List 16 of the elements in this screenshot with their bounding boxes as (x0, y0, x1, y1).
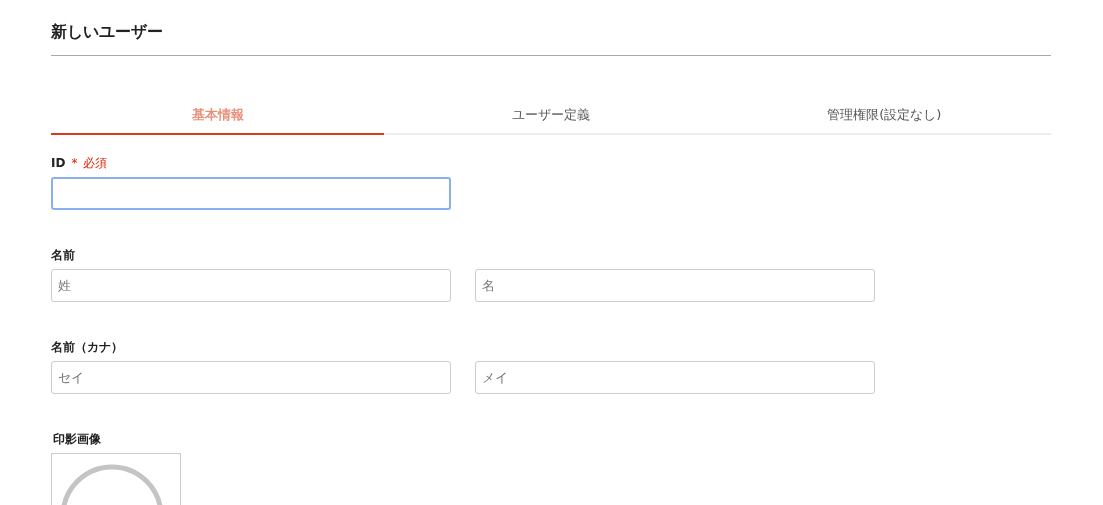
tab[interactable]: 管理権限(設定なし) (717, 106, 1051, 135)
input-field[interactable]: セイ (51, 361, 451, 394)
input-field[interactable]: 名 (475, 269, 875, 302)
input-field[interactable]: メイ (475, 361, 875, 394)
stamp-image-frame[interactable] (51, 453, 181, 505)
input-field[interactable]: 姓 (51, 269, 451, 302)
required-label: 必須 (83, 155, 108, 171)
page-title: 新しいユーザー (51, 22, 164, 43)
field-label: 名前 (51, 247, 75, 263)
input-field[interactable] (51, 177, 451, 210)
tab[interactable]: ユーザー定義 (384, 106, 718, 135)
field-label: ID (51, 155, 66, 171)
field-label: 名前（カナ） (51, 339, 123, 355)
stamp-placeholder-icon (60, 464, 164, 505)
field-label: 印影画像 (53, 431, 101, 447)
required-asterisk: * (71, 155, 78, 171)
